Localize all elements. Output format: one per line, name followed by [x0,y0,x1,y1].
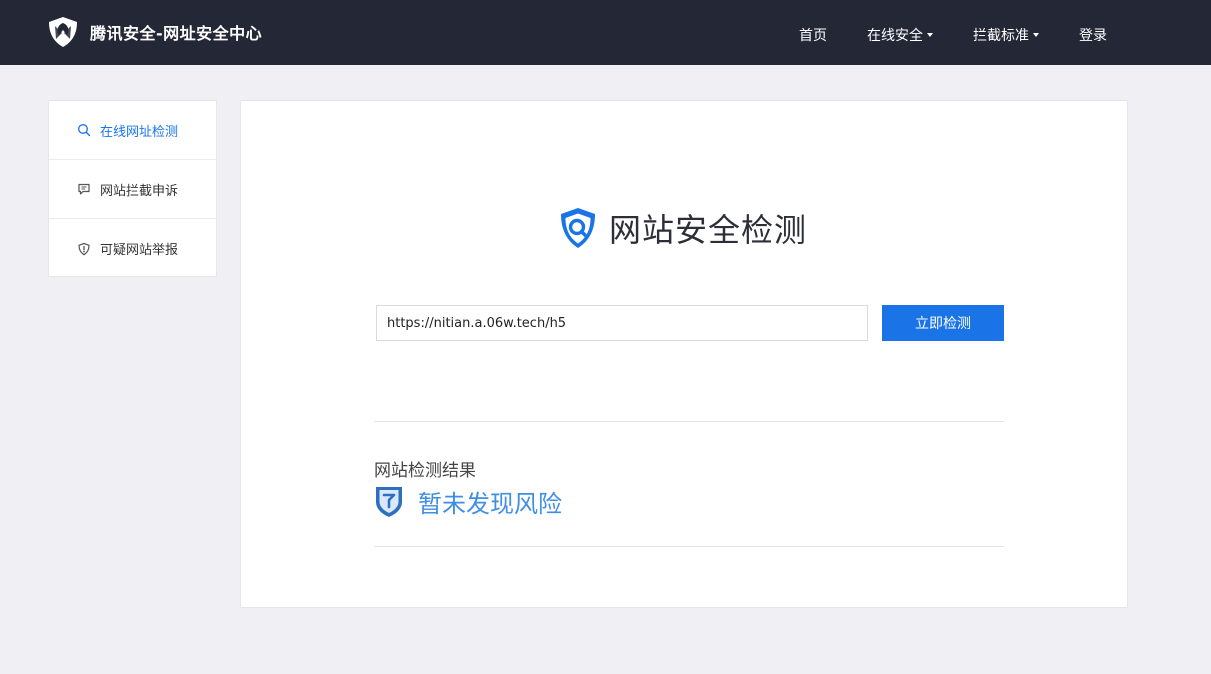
hero-heading: 网站安全检测 [555,205,807,251]
result-status-row: 暂未发现风险 [374,484,562,519]
sidebar-item-label: 网站拦截申诉 [100,183,179,199]
chat-icon [78,183,90,195]
nav-home[interactable]: 首页 [799,25,827,45]
shield-alert-icon [78,242,90,255]
shield-search-icon [561,208,595,248]
safe-shield-icon [376,487,402,517]
check-now-button[interactable]: 立即检测 [882,305,1004,341]
divider [374,546,1004,547]
tencent-security-logo-icon [49,17,77,47]
nav-login[interactable]: 登录 [1079,25,1107,45]
nav-online-security[interactable]: 在线安全 [867,25,933,45]
brand[interactable]: 腾讯安全-网址安全中心 [46,14,262,50]
sidebar-item-url-check[interactable]: 在线网址检测 [49,101,216,160]
result-status: 暂未发现风险 [418,490,562,518]
search-icon [78,124,91,137]
url-input[interactable] [376,305,868,341]
divider [374,421,1004,422]
caret-down-icon [927,33,933,37]
sidebar-item-appeal[interactable]: 网站拦截申诉 [49,160,216,219]
nav-block-standard[interactable]: 拦截标准 [973,25,1039,45]
top-navbar: 腾讯安全-网址安全中心 首页 在线安全 拦截标准 登录 [0,0,1211,65]
nav-block-standard-label: 拦截标准 [973,28,1029,44]
sidebar-item-label: 在线网址检测 [100,124,179,140]
brand-title: 腾讯安全-网址安全中心 [90,24,263,43]
sidebar-item-label: 可疑网站举报 [100,243,179,258]
page-title: 网站安全检测 [609,211,808,249]
main-panel: 网站安全检测 立即检测 网站检测结果 暂未发现风险 [240,100,1128,608]
caret-down-icon [1033,33,1039,37]
nav-login-label: 登录 [1079,28,1107,44]
nav-home-label: 首页 [799,28,827,44]
sidebar: 在线网址检测 网站拦截申诉 可疑网站举报 [48,100,217,277]
nav-online-security-label: 在线安全 [867,28,923,44]
result-title: 网站检测结果 [374,461,476,481]
sidebar-item-report[interactable]: 可疑网站举报 [49,219,216,278]
